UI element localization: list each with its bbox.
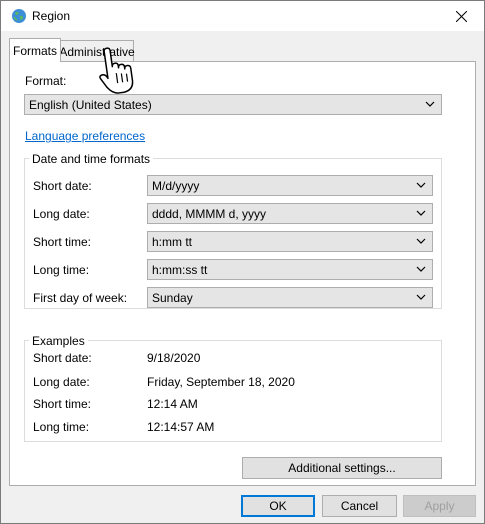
- language-preferences-link[interactable]: Language preferences: [25, 129, 145, 143]
- date-time-formats-title: Date and time formats: [29, 152, 154, 166]
- formats-panel: Format: English (United States) Language…: [9, 61, 476, 486]
- ok-button[interactable]: OK: [241, 495, 315, 517]
- chevron-down-icon: [416, 182, 426, 188]
- short-time-label: Short time:: [33, 235, 92, 249]
- format-select[interactable]: English (United States): [24, 94, 442, 115]
- format-label: Format:: [25, 74, 67, 88]
- chevron-down-icon: [416, 266, 426, 272]
- first-day-of-week-select[interactable]: Sunday: [147, 287, 433, 308]
- first-day-of-week-label: First day of week:: [33, 291, 128, 305]
- apply-button[interactable]: Apply: [403, 495, 476, 517]
- example-long-date-value: Friday, September 18, 2020: [147, 375, 295, 389]
- long-date-value: dddd, MMMM d, yyyy: [152, 206, 267, 221]
- chevron-down-icon: [425, 101, 435, 107]
- chevron-down-icon: [416, 238, 426, 244]
- globe-icon: [12, 9, 26, 23]
- long-date-label: Long date:: [33, 207, 90, 221]
- short-date-value: M/d/yyyy: [152, 178, 200, 193]
- additional-settings-button[interactable]: Additional settings...: [242, 457, 442, 479]
- example-short-date-value: 9/18/2020: [147, 351, 201, 365]
- chevron-down-icon: [416, 210, 426, 216]
- example-short-date-label: Short date:: [33, 351, 92, 365]
- example-long-time-value: 12:14:57 AM: [147, 420, 215, 434]
- title-bar: Region: [1, 1, 484, 31]
- long-date-select[interactable]: dddd, MMMM d, yyyy: [147, 203, 433, 224]
- region-dialog: Region Formats Administrative Format: En…: [0, 0, 485, 524]
- cancel-button[interactable]: Cancel: [322, 495, 397, 517]
- short-date-select[interactable]: M/d/yyyy: [147, 175, 433, 196]
- long-time-select[interactable]: h:mm:ss tt: [147, 259, 433, 280]
- long-time-value: h:mm:ss tt: [152, 262, 208, 277]
- short-time-select[interactable]: h:mm tt: [147, 231, 433, 252]
- close-icon: [455, 10, 467, 22]
- examples-title: Examples: [29, 334, 88, 348]
- first-day-of-week-value: Sunday: [152, 290, 193, 305]
- example-short-time-label: Short time:: [33, 397, 92, 411]
- short-time-value: h:mm tt: [152, 234, 193, 249]
- example-long-date-label: Long date:: [33, 375, 90, 389]
- example-long-time-label: Long time:: [33, 420, 90, 434]
- short-date-label: Short date:: [33, 179, 92, 193]
- format-value: English (United States): [29, 97, 152, 112]
- long-time-label: Long time:: [33, 263, 90, 277]
- chevron-down-icon: [416, 294, 426, 300]
- tab-formats[interactable]: Formats: [9, 38, 61, 62]
- hand-pointer-icon: [99, 47, 134, 94]
- close-button[interactable]: [438, 1, 484, 31]
- example-short-time-value: 12:14 AM: [147, 397, 198, 411]
- window-title: Region: [32, 9, 71, 23]
